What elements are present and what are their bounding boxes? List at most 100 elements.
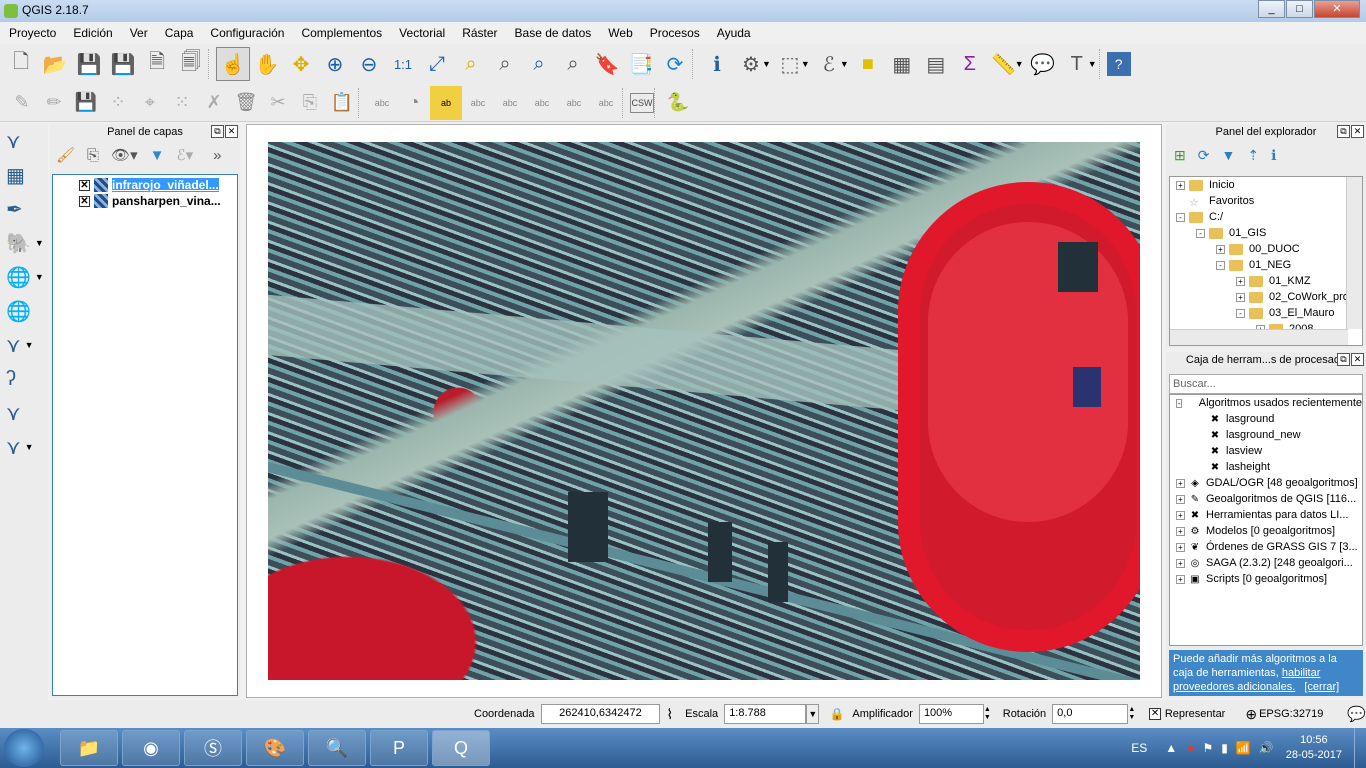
vertical-scrollbar[interactable] <box>1346 177 1362 329</box>
menu-ayuda[interactable]: Ayuda <box>708 26 759 40</box>
menu-configuracion[interactable]: Configuración <box>201 26 292 40</box>
zoom-out-icon[interactable]: ⊖ <box>352 47 386 81</box>
tree-node-label[interactable]: Órdenes de GRASS GIS 7 [3... <box>1206 541 1358 553</box>
tree-node-label[interactable]: lasground_new <box>1226 429 1301 441</box>
menu-complementos[interactable]: Complementos <box>292 26 390 40</box>
menu-procesos[interactable]: Procesos <box>641 26 708 40</box>
add-spatialite-layer-icon[interactable]: ʔ <box>0 362 44 396</box>
tree-node-label[interactable]: Inicio <box>1209 179 1235 191</box>
language-indicator[interactable]: ES <box>1131 741 1147 755</box>
tree-node[interactable]: + ◎ SAGA (2.3.2) [248 geoalgori... <box>1170 555 1362 571</box>
add-feature-icon[interactable]: ⁘ <box>102 86 134 120</box>
tree-node[interactable]: + Inicio <box>1170 177 1362 193</box>
visibility-icon[interactable]: 👁▾ <box>111 146 138 164</box>
add-virtual-layer-icon[interactable]: ⋎ ▼ <box>0 328 44 362</box>
menu-base-de-datos[interactable]: Base de datos <box>506 26 600 40</box>
toggle-extents-icon[interactable]: ⌇ <box>666 706 673 723</box>
layer-visibility-checkbox[interactable]: ✕ <box>79 195 90 207</box>
menu-edicion[interactable]: Edición <box>64 26 120 40</box>
zoom-native-icon[interactable]: 1:1 <box>386 47 420 81</box>
paste-icon[interactable]: 📋 <box>326 86 358 120</box>
tree-node[interactable]: +02_CoWork_pro <box>1170 289 1362 305</box>
move-feature-icon[interactable]: ⌖ <box>134 86 166 120</box>
new-bookmark-icon[interactable]: 🔖 <box>590 47 624 81</box>
zoom-last-icon[interactable]: ⌕ <box>522 47 556 81</box>
rotate-label-icon[interactable]: abc <box>558 86 590 120</box>
crs-status[interactable]: EPSG:32719 <box>1259 708 1323 720</box>
zoom-to-selection-icon[interactable]: ⌕ <box>454 47 488 81</box>
tree-node[interactable]: + ❦ Órdenes de GRASS GIS 7 [3... <box>1170 539 1362 555</box>
chevron-down-icon[interactable]: ▼ <box>762 59 771 69</box>
add-wfs-layer-icon[interactable]: 🌐 <box>0 294 44 328</box>
add-group-icon[interactable]: ⎘ <box>87 147 99 164</box>
tree-node[interactable]: - Algoritmos usados recientemente <box>1170 395 1362 411</box>
expand-toggle-icon[interactable]: + <box>1176 180 1185 190</box>
rotation-field[interactable]: 0,0 <box>1052 704 1129 724</box>
tree-node-label[interactable]: lasheight <box>1226 461 1270 473</box>
volume-icon[interactable]: 🔊 <box>1259 741 1274 755</box>
tree-node[interactable]: + ⚙ Modelos [0 geoalgoritmos] <box>1170 523 1362 539</box>
tree-node-label[interactable]: 00_DUOC <box>1249 243 1300 255</box>
close-notice-link[interactable]: [cerrar] <box>1304 681 1339 693</box>
style-manager-icon[interactable]: 🖌 <box>56 146 75 164</box>
horizontal-scrollbar[interactable] <box>1170 329 1348 345</box>
expand-toggle-icon[interactable]: + <box>1176 574 1185 584</box>
filter-legend-icon[interactable]: ▼ <box>150 147 165 164</box>
tree-node-label[interactable]: Geoalgoritmos de QGIS [116... <box>1206 493 1356 505</box>
tree-node-label[interactable]: 01_KMZ <box>1269 275 1311 287</box>
zoom-to-layer-icon[interactable]: ⌕ <box>488 47 522 81</box>
show-bookmarks-icon[interactable]: 📑 <box>624 47 658 81</box>
expand-toggle-icon[interactable]: + <box>1176 558 1185 568</box>
expand-toggle-icon[interactable]: + <box>1216 244 1225 254</box>
tree-node[interactable]: ☆ Favoritos <box>1170 193 1362 209</box>
menu-raster[interactable]: Ráster <box>453 26 505 40</box>
map-canvas[interactable] <box>246 124 1162 698</box>
menu-web[interactable]: Web <box>599 26 640 40</box>
tree-node[interactable]: - 01_NEG <box>1170 257 1362 273</box>
skype-taskbar-icon[interactable]: Ⓢ <box>184 730 242 766</box>
layer-item[interactable]: ✕ infrarojo_viñadel... <box>53 177 237 193</box>
tree-node[interactable]: +01_KMZ <box>1170 273 1362 289</box>
identify-icon[interactable]: ℹ <box>700 47 734 81</box>
statistics-icon[interactable]: Σ <box>953 47 987 81</box>
new-print-composer-icon[interactable]: 🗎 <box>140 47 174 81</box>
tree-node[interactable]: ✖ lasheight <box>1170 459 1362 475</box>
antivirus-icon[interactable]: ● <box>1187 741 1194 755</box>
tree-node[interactable]: ✖ lasground <box>1170 411 1362 427</box>
expand-toggle-icon[interactable]: + <box>1176 526 1185 536</box>
layer-item[interactable]: ✕ pansharpen_vina... <box>53 193 237 209</box>
expand-toggle-icon[interactable]: - <box>1176 398 1183 408</box>
add-wms-layer-icon[interactable]: 🌐 ▼ <box>0 260 44 294</box>
tree-node-label[interactable]: GDAL/OGR [48 geoalgoritmos] <box>1206 477 1358 489</box>
minimize-button[interactable]: _ <box>1258 0 1285 18</box>
magnifier-spin-icon[interactable]: ▲ ▼ <box>984 706 991 722</box>
layer-diagram-icon[interactable]: ◔ <box>398 86 430 120</box>
trash-icon[interactable]: 🗑 <box>230 86 262 120</box>
show-desktop-button[interactable] <box>1354 728 1366 768</box>
menu-proyecto[interactable]: Proyecto <box>0 26 64 40</box>
tree-node-label[interactable]: 03_El_Mauro <box>1269 307 1334 319</box>
expand-toggle-icon[interactable]: + <box>1176 510 1185 520</box>
tree-node[interactable]: + ▣ Scripts [0 geoalgoritmos] <box>1170 571 1362 587</box>
cut-icon[interactable]: ✂ <box>262 86 294 120</box>
add-raster-layer-icon[interactable]: ▦ <box>0 158 44 192</box>
toolbox-tree[interactable]: - Algoritmos usados recientemente ✖ lasgrou… <box>1169 394 1363 646</box>
satellite-image[interactable] <box>268 142 1140 680</box>
flag-icon[interactable]: ⚑ <box>1202 741 1213 755</box>
refresh-icon[interactable]: ⟳ <box>658 47 692 81</box>
show-hide-labels-icon[interactable]: abc <box>494 86 526 120</box>
expand-toggle-icon[interactable]: + <box>1176 542 1185 552</box>
composer-manager-icon[interactable]: 🗐 <box>174 47 208 81</box>
field-calculator-icon[interactable]: ▤ <box>919 47 953 81</box>
python-console-icon[interactable]: 🐍 <box>662 86 694 120</box>
expand-toggle-icon[interactable]: - <box>1176 212 1185 222</box>
float-panel-icon[interactable]: ⧉ <box>211 125 224 138</box>
chevron-down-icon[interactable]: ▼ <box>1088 59 1097 69</box>
chevron-down-icon[interactable]: ▼ <box>1015 59 1024 69</box>
chevron-down-icon[interactable]: ▼ <box>801 59 810 69</box>
chevron-down-icon[interactable]: ▼ <box>840 59 849 69</box>
collapse-all-icon[interactable]: ⇡ <box>1247 147 1259 164</box>
crs-globe-icon[interactable]: ⊕ <box>1245 706 1257 723</box>
expand-toggle-icon[interactable]: + <box>1236 292 1245 302</box>
tree-node[interactable]: - C:/ <box>1170 209 1362 225</box>
